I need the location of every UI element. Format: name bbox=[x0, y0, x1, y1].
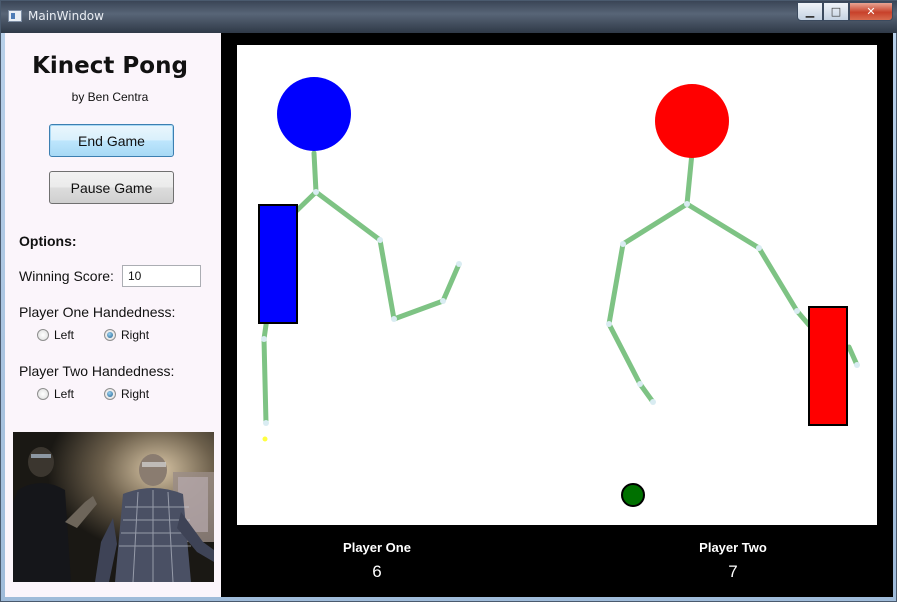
player-one-score: 6 bbox=[372, 562, 382, 581]
title-bar[interactable]: MainWindow ▁ □ ✕ bbox=[1, 1, 897, 33]
app-title: Kinect Pong bbox=[32, 53, 188, 79]
player-one-paddle bbox=[258, 204, 298, 324]
player-two-right-label[interactable]: Right bbox=[121, 387, 149, 401]
sidebar: Kinect Pong by Ben Centra End Game Pause… bbox=[5, 33, 221, 597]
player-two-left-radio[interactable] bbox=[37, 388, 49, 400]
player-one-head bbox=[277, 77, 351, 151]
pause-game-button[interactable]: Pause Game bbox=[49, 171, 174, 204]
window-title: MainWindow bbox=[28, 9, 104, 23]
window-controls: ▁ □ ✕ bbox=[797, 2, 893, 21]
client-area: Kinect Pong by Ben Centra End Game Pause… bbox=[5, 33, 893, 597]
player-one-right-radio[interactable] bbox=[104, 329, 117, 341]
player-one-handedness-group: Left Right bbox=[37, 328, 179, 342]
player-one-label: Player One bbox=[343, 540, 411, 555]
winning-score-label: Winning Score: bbox=[19, 268, 114, 284]
player-one-foot-joint bbox=[262, 436, 268, 442]
winning-score-input[interactable] bbox=[122, 265, 201, 287]
camera-feed bbox=[13, 432, 214, 582]
player-two-handedness-label: Player Two Handedness: bbox=[19, 363, 175, 379]
player-one-handedness-label: Player One Handedness: bbox=[19, 304, 176, 320]
player-two-score: 7 bbox=[728, 562, 738, 581]
player-one-left-radio[interactable] bbox=[37, 329, 49, 341]
camera-feed-image bbox=[13, 432, 214, 582]
maximize-button[interactable]: □ bbox=[823, 2, 849, 21]
player-two-handedness-group: Left Right bbox=[37, 387, 179, 401]
window-icon bbox=[8, 10, 22, 22]
game-canvas bbox=[237, 45, 877, 525]
player-two-head bbox=[655, 84, 729, 158]
player-two-left-label[interactable]: Left bbox=[54, 387, 74, 401]
ball bbox=[621, 483, 645, 507]
player-two-paddle bbox=[808, 306, 848, 426]
minimize-button[interactable]: ▁ bbox=[797, 2, 823, 21]
player-one-left-label[interactable]: Left bbox=[54, 328, 74, 342]
player-two-label: Player Two bbox=[699, 540, 767, 555]
main-window: MainWindow ▁ □ ✕ Kinect Pong by Ben Cent… bbox=[0, 0, 897, 602]
game-field bbox=[258, 77, 860, 507]
scoreboard: Player One 6 Player Two 7 bbox=[221, 527, 893, 597]
options-heading: Options: bbox=[19, 233, 77, 249]
player-one-right-label[interactable]: Right bbox=[121, 328, 149, 342]
close-button[interactable]: ✕ bbox=[849, 2, 893, 21]
app-author: by Ben Centra bbox=[71, 90, 149, 104]
player-two-right-radio[interactable] bbox=[104, 388, 117, 400]
end-game-button[interactable]: End Game bbox=[49, 124, 174, 157]
